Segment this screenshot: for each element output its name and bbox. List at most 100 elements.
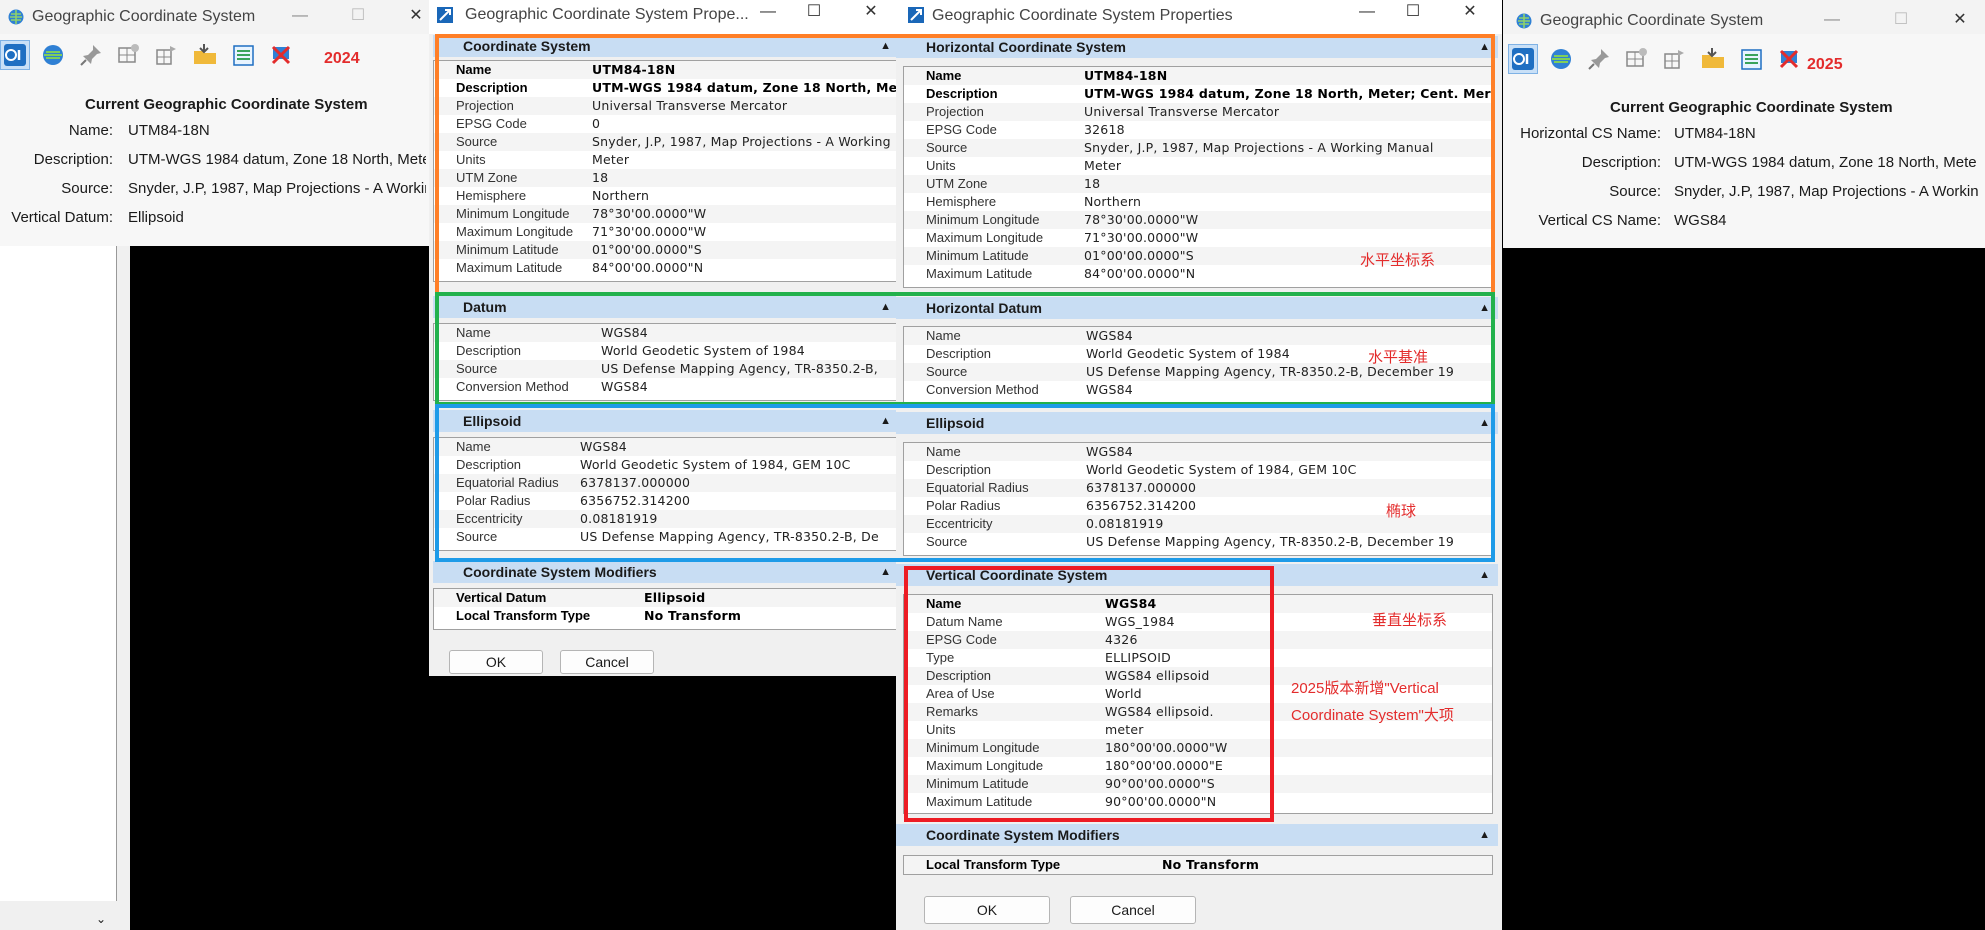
- highlight-horizontal-cs: [435, 34, 1495, 296]
- close-button[interactable]: ✕: [399, 4, 430, 28]
- field-value: Ellipsoid: [128, 209, 184, 226]
- grid-arrow-button[interactable]: [1660, 44, 1690, 74]
- field-row: Source: Snyder, J.P, 1987, Map Projection…: [1503, 183, 1985, 205]
- chevron-up-icon[interactable]: ▲: [1479, 824, 1490, 846]
- note-new-2025-line2: Coordinate System"大项: [1291, 707, 1454, 724]
- close-button[interactable]: ✕: [854, 0, 888, 24]
- window-title: Geographic Coordinate System: [32, 8, 256, 25]
- field-value: UTM-WGS 1984 datum, Zone 18 North, Mete: [128, 151, 426, 168]
- grid-button[interactable]: [1622, 44, 1652, 74]
- field-label: Source:: [1609, 183, 1661, 200]
- maximize-button[interactable]: ☐: [341, 4, 375, 28]
- chevron-up-icon[interactable]: ▲: [880, 561, 891, 583]
- close-button[interactable]: ✕: [1453, 0, 1487, 24]
- property-value: No Transform: [1162, 857, 1260, 872]
- field-row: Horizontal CS Name: UTM84-18N: [1503, 125, 1985, 147]
- section-title: Coordinate System Modifiers: [926, 827, 1120, 843]
- highlight-ellipsoid: [435, 404, 1495, 562]
- delete-icon: [1779, 49, 1799, 69]
- field-row: Description: UTM-WGS 1984 datum, Zone 18 …: [0, 151, 430, 173]
- year-label: 2025: [1807, 56, 1843, 73]
- field-label: Source:: [61, 180, 113, 197]
- toolbar: [0, 34, 430, 76]
- tree-pane: [0, 246, 117, 901]
- minimize-button[interactable]: —: [1350, 0, 1384, 24]
- grid-icon: [1626, 48, 1647, 67]
- globe-icon: [43, 45, 63, 65]
- field-label: Horizontal CS Name:: [1520, 125, 1661, 142]
- field-value: WGS84: [1674, 212, 1727, 229]
- property-key: Vertical Datum: [456, 590, 547, 605]
- gcs-window-2024: Geographic Coordinate System — ☐ ✕ 2024 …: [0, 0, 430, 246]
- field-row: Name: UTM84-18N: [0, 122, 430, 144]
- field-value: Snyder, J.P, 1987, Map Projections - A W…: [128, 180, 426, 197]
- property-row[interactable]: Vertical Datum Ellipsoid: [434, 589, 898, 607]
- pin-icon: [80, 45, 101, 66]
- delete-button[interactable]: [1774, 44, 1804, 74]
- globe-icon: [1551, 49, 1571, 69]
- field-label: Vertical Datum:: [11, 209, 113, 226]
- maximize-button[interactable]: ☐: [1396, 0, 1430, 24]
- minimize-button[interactable]: —: [751, 0, 785, 24]
- grid-button[interactable]: [114, 40, 144, 70]
- property-row[interactable]: Local Transform Type No Transform: [434, 607, 898, 625]
- field-label: Name:: [68, 122, 113, 139]
- window-title: Geographic Coordinate System Properties: [932, 7, 1233, 24]
- pin-button[interactable]: [1584, 44, 1614, 74]
- year-label: 2024: [324, 50, 360, 67]
- list-button[interactable]: [1736, 44, 1766, 74]
- field-row: Source: Snyder, J.P, 1987, Map Projection…: [0, 180, 430, 202]
- folder-button[interactable]: [1698, 44, 1728, 74]
- section-header[interactable]: Coordinate System Modifiers ▲: [433, 561, 899, 583]
- maximize-button[interactable]: ☐: [1884, 8, 1918, 32]
- ok-button[interactable]: OK: [449, 650, 543, 674]
- cancel-button[interactable]: Cancel: [560, 650, 654, 674]
- maximize-button[interactable]: ☐: [797, 0, 831, 24]
- titlebar: Geographic Coordinate System Properties …: [896, 0, 1502, 34]
- property-row[interactable]: Local Transform Type No Transform: [904, 856, 1492, 874]
- field-value: UTM84-18N: [128, 122, 210, 139]
- delete-button[interactable]: [266, 40, 296, 70]
- globe-button[interactable]: [38, 40, 68, 70]
- ok-button[interactable]: OK: [924, 896, 1050, 924]
- section-title: Coordinate System Modifiers: [463, 564, 657, 580]
- minimize-button[interactable]: —: [1815, 8, 1849, 32]
- minimize-button[interactable]: —: [283, 4, 317, 28]
- window-title: Geographic Coordinate System: [1540, 12, 1764, 29]
- window-title: Geographic Coordinate System Prope...: [465, 6, 749, 23]
- info-icon: [4, 44, 26, 66]
- chevron-down-icon[interactable]: ⌄: [96, 912, 106, 926]
- folder-icon: [194, 44, 216, 64]
- note-ellipsoid: 椭球: [1386, 503, 1417, 520]
- globe-button[interactable]: [1546, 44, 1576, 74]
- info-button[interactable]: [0, 40, 30, 70]
- titlebar: Geographic Coordinate System — ☐ ✕: [1503, 0, 1985, 34]
- cancel-button[interactable]: Cancel: [1070, 896, 1196, 924]
- field-label: Description:: [1581, 154, 1661, 171]
- close-button[interactable]: ✕: [1943, 8, 1977, 32]
- chevron-up-icon[interactable]: ▲: [1479, 564, 1490, 586]
- app-icon: [908, 7, 924, 23]
- field-value: UTM84-18N: [1674, 125, 1756, 142]
- info-button[interactable]: [1508, 44, 1538, 74]
- property-key: Local Transform Type: [926, 857, 1061, 872]
- note-horizontal-datum: 水平基准: [1368, 349, 1429, 366]
- folder-button[interactable]: [190, 40, 220, 70]
- field-value: UTM-WGS 1984 datum, Zone 18 North, Mete: [1674, 154, 1977, 171]
- field-row: Vertical CS Name: WGS84: [1503, 212, 1985, 234]
- pin-button[interactable]: [76, 40, 106, 70]
- field-label: Vertical CS Name:: [1538, 212, 1661, 229]
- grid-arrow-icon: [156, 46, 176, 65]
- app-icon: [437, 7, 453, 23]
- toolbar: [1506, 38, 1985, 80]
- folder-icon: [1702, 48, 1724, 68]
- property-value: No Transform: [644, 608, 742, 623]
- grid-arrow-button[interactable]: [152, 40, 182, 70]
- list-icon: [233, 45, 254, 66]
- note-horizontal-cs: 水平坐标系: [1360, 252, 1436, 269]
- list-button[interactable]: [228, 40, 258, 70]
- field-value: Snyder, J.P, 1987, Map Projections - A W…: [1674, 183, 1979, 200]
- section-header[interactable]: Coordinate System Modifiers ▲: [896, 824, 1498, 846]
- gcs-window-2025: Geographic Coordinate System — ☐ ✕ 2025 …: [1503, 0, 1985, 248]
- field-row: Description: UTM-WGS 1984 datum, Zone 18 …: [1503, 154, 1985, 176]
